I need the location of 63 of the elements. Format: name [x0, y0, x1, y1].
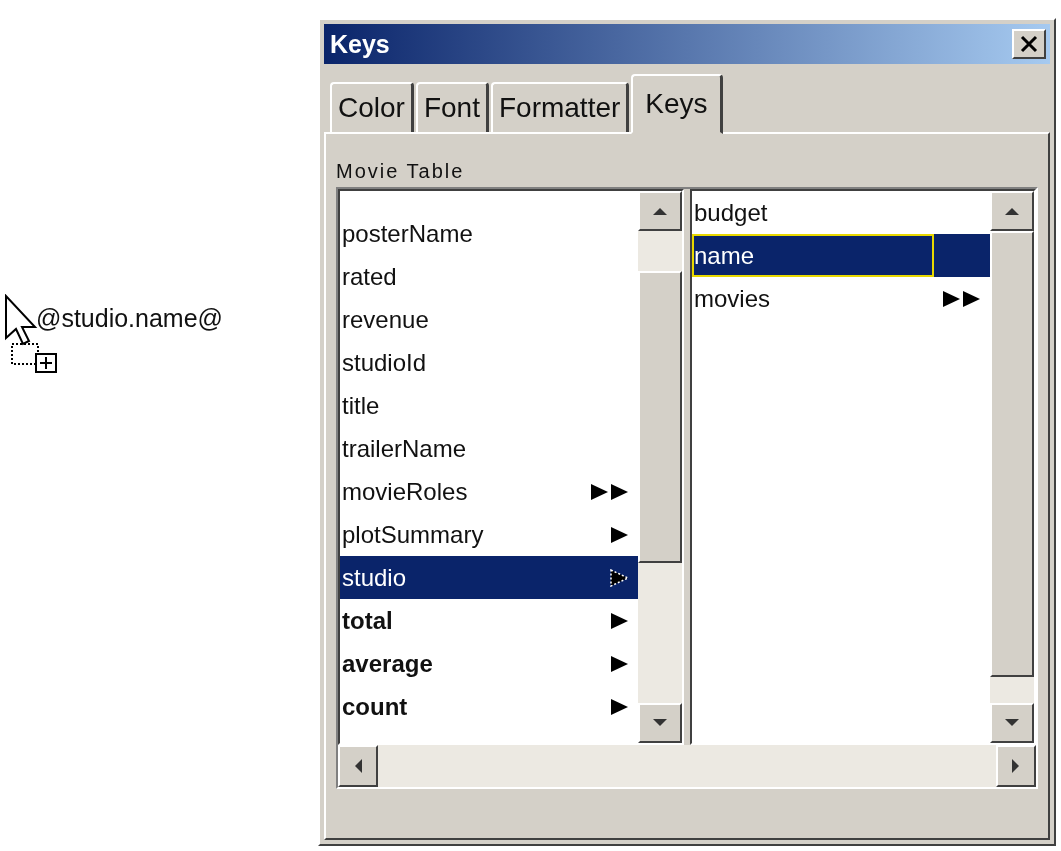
list-item[interactable]: studioId	[340, 341, 638, 384]
list-item[interactable]: plotSummary	[340, 513, 638, 556]
list-item[interactable]: rated	[340, 255, 638, 298]
scroll-up-button[interactable]	[990, 191, 1034, 231]
scroll-up-button[interactable]	[638, 191, 682, 231]
item-label: rated	[342, 262, 397, 291]
double-arrow-icon	[942, 289, 982, 308]
scroll-thumb[interactable]	[990, 231, 1034, 677]
vertical-scrollbar[interactable]	[990, 191, 1034, 743]
item-label: count	[342, 692, 408, 721]
window-title: Keys	[330, 29, 390, 59]
arrow-icon	[610, 654, 630, 673]
list-item[interactable]: movies	[692, 277, 990, 320]
scroll-down-button[interactable]	[638, 703, 682, 743]
arrow-icon	[610, 525, 630, 544]
list-item[interactable]: trailerName	[340, 427, 638, 470]
list-item[interactable]: studio	[340, 556, 638, 599]
list-item[interactable]: total	[340, 599, 638, 642]
list-item[interactable]: movieRoles	[340, 470, 638, 513]
list-item[interactable]: name	[692, 234, 990, 277]
item-label: posterName	[342, 219, 473, 248]
item-label: revenue	[342, 305, 429, 334]
group-label: Movie Table	[336, 160, 466, 183]
left-arrow-icon	[353, 758, 363, 774]
vertical-scrollbar[interactable]	[638, 191, 682, 743]
item-label: budget	[694, 198, 768, 227]
item-label: plotSummary	[342, 520, 484, 549]
right-arrow-icon	[1011, 758, 1021, 774]
scroll-right-button[interactable]	[996, 745, 1036, 787]
tab[interactable]: Color	[330, 82, 414, 132]
list-item[interactable]: posterName	[340, 212, 638, 255]
scroll-left-button[interactable]	[338, 745, 378, 787]
item-label: trailerName	[342, 434, 467, 463]
item-label: movieRoles	[342, 477, 468, 506]
item-label: title	[342, 391, 380, 420]
list-item[interactable]: average	[340, 642, 638, 685]
scroll-down-button[interactable]	[990, 703, 1034, 743]
item-label: studioId	[342, 348, 427, 377]
arrow-icon	[610, 697, 630, 716]
down-arrow-icon	[652, 718, 668, 728]
arrow-icon	[610, 611, 630, 630]
item-label: average	[342, 649, 433, 678]
item-label: movies	[694, 284, 771, 313]
item-label: studio	[342, 563, 407, 592]
scroll-thumb[interactable]	[638, 271, 682, 563]
tab[interactable]: Font	[415, 82, 489, 132]
up-arrow-icon	[652, 206, 668, 216]
up-arrow-icon	[1004, 206, 1020, 216]
list-item[interactable]: budget	[692, 191, 990, 234]
list-item[interactable]: revenue	[340, 298, 638, 341]
item-label: name	[694, 236, 932, 275]
close-button[interactable]	[1012, 29, 1046, 59]
tab[interactable]: Keys	[631, 74, 723, 134]
arrow-icon	[610, 568, 630, 587]
double-arrow-icon	[590, 482, 630, 501]
tab[interactable]: Formatter	[490, 82, 630, 132]
drag-text: @studio.name@	[36, 304, 223, 332]
close-icon	[1019, 34, 1039, 54]
item-label: total	[342, 606, 393, 635]
down-arrow-icon	[1004, 718, 1020, 728]
list-item[interactable]: count	[340, 685, 638, 728]
list-item[interactable]: title	[340, 384, 638, 427]
horizontal-scrollbar[interactable]	[338, 745, 1036, 787]
